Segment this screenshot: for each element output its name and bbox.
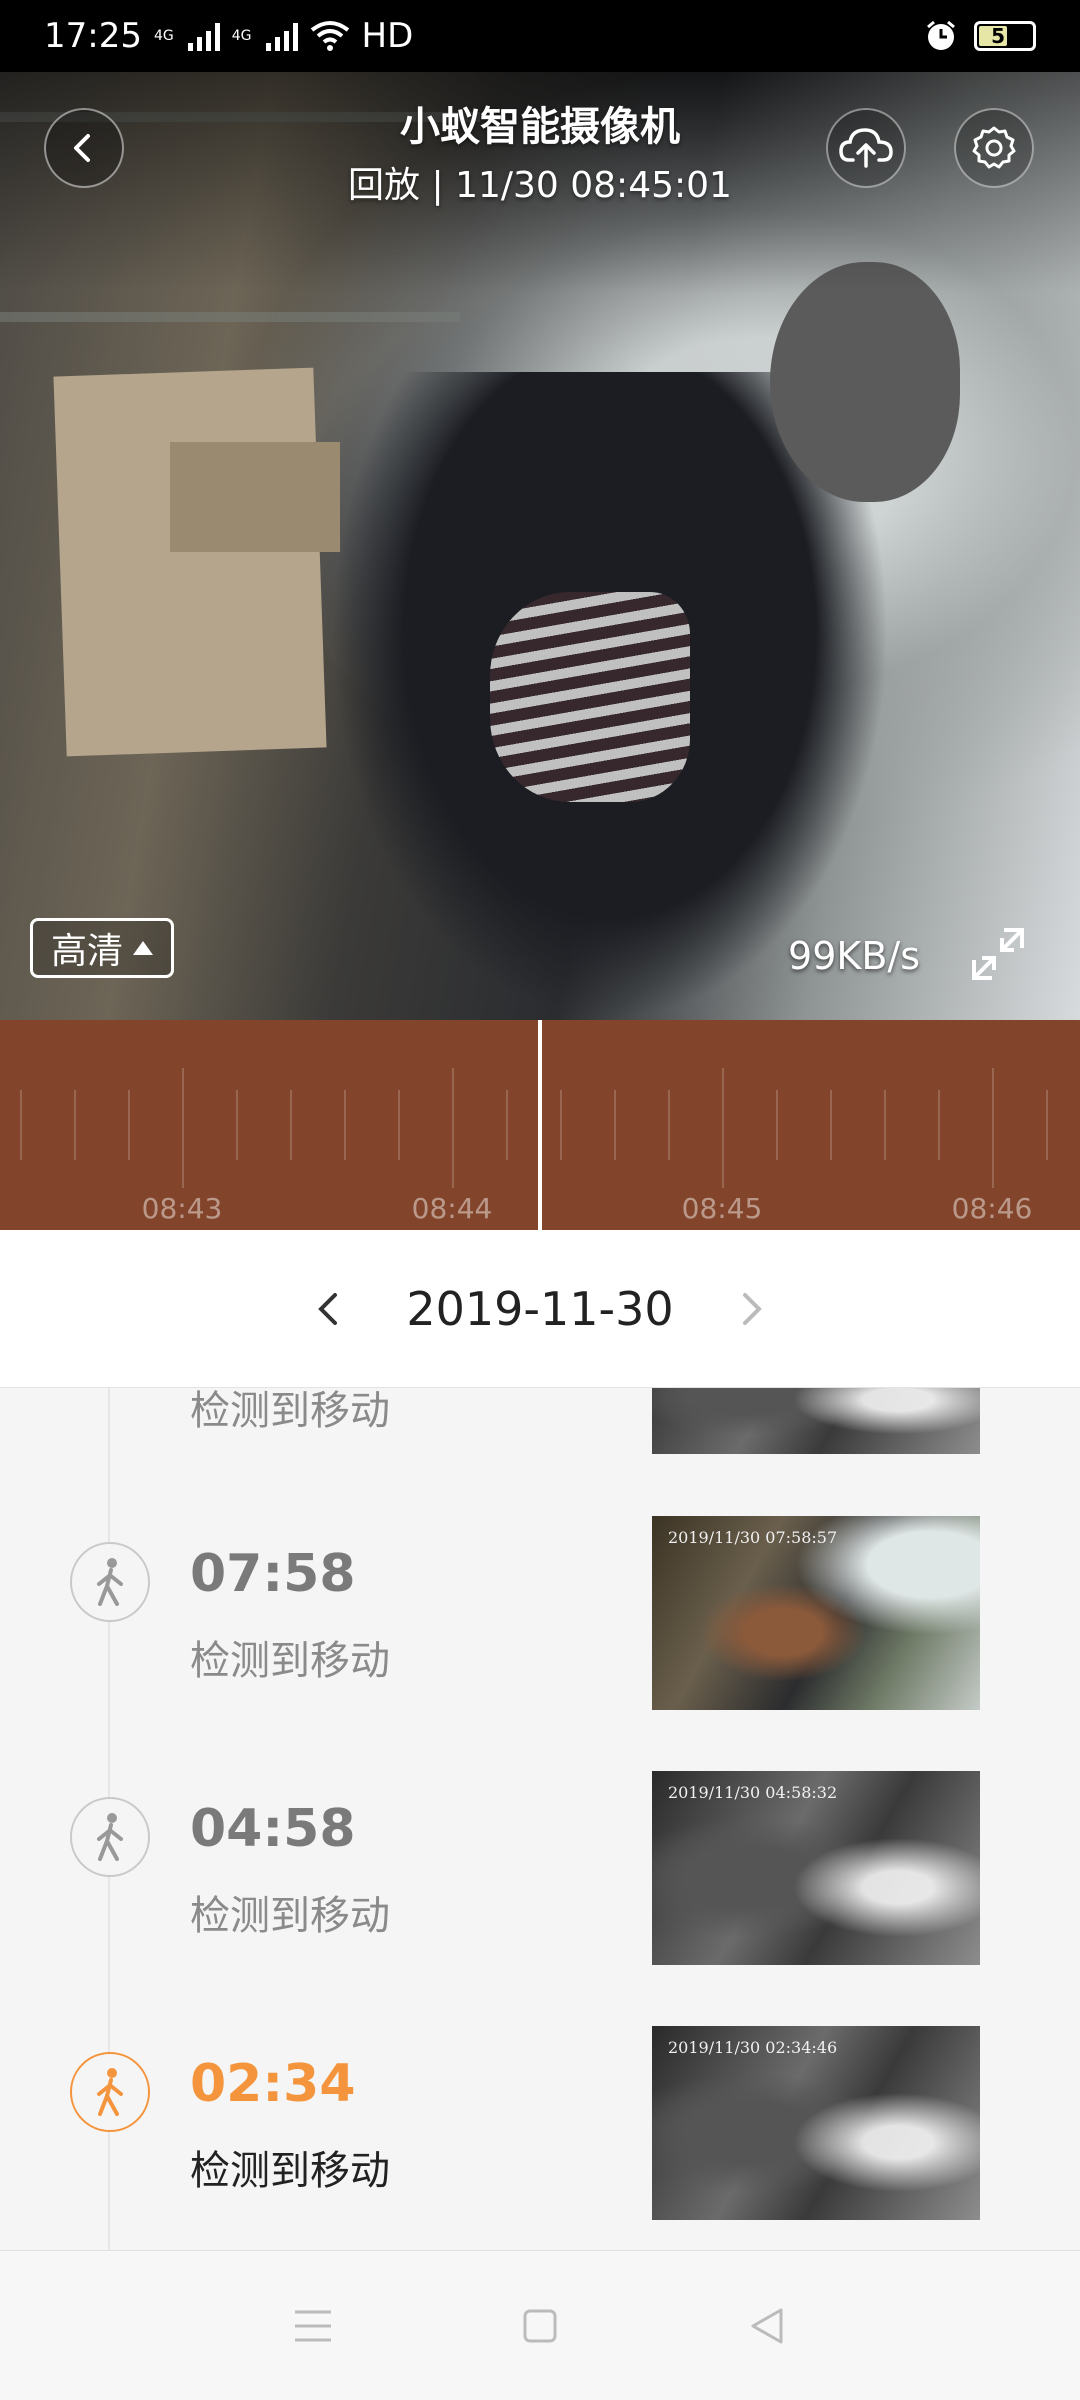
home-button[interactable] bbox=[505, 2291, 575, 2361]
back-nav-icon bbox=[751, 2308, 783, 2343]
caret-up-icon bbox=[133, 941, 154, 955]
settings-icon bbox=[972, 126, 1016, 169]
walking-person-icon bbox=[97, 1813, 123, 1861]
walking-person-icon bbox=[97, 2068, 123, 2116]
stream-speed: 99KB/s bbox=[788, 934, 920, 978]
motion-event-marker bbox=[70, 1542, 150, 1622]
previous-day-button[interactable] bbox=[308, 1289, 348, 1329]
person-head bbox=[770, 262, 960, 502]
quality-label: 高清 bbox=[51, 931, 124, 972]
timeline-label: 08:46 bbox=[951, 1192, 1033, 1225]
thumbnail-timestamp: 2019/11/30 07:58:57 bbox=[668, 1528, 838, 1547]
battery-level: 51 bbox=[991, 24, 1019, 48]
cloud-upload-button[interactable] bbox=[826, 108, 906, 188]
event-description: 检测到移动 bbox=[190, 2148, 390, 2194]
timeline-label: 08:44 bbox=[411, 1192, 493, 1225]
timeline-tick bbox=[722, 1068, 724, 1188]
video-player[interactable]: 小蚁智能摄像机 回放 | 11/30 08:45:01 高清 99KB/s bbox=[0, 72, 1080, 1020]
walking-person-icon bbox=[97, 1558, 123, 1606]
event-list[interactable]: 检测到移动 07:58 检测到移动 2019/11/30 07:58:57 04… bbox=[0, 1388, 1080, 2250]
playback-timeline[interactable]: 08:43 08:44 08:45 08:46 bbox=[0, 1020, 1080, 1230]
timeline-tick bbox=[398, 1090, 400, 1160]
exit-fullscreen-icon[interactable] bbox=[968, 924, 1028, 984]
timeline-tick bbox=[74, 1090, 76, 1160]
timeline-label: 08:43 bbox=[141, 1192, 223, 1225]
event-item[interactable]: 04:58 检测到移动 2019/11/30 04:58:32 bbox=[0, 1771, 1080, 1971]
hd-voice-indicator: HD bbox=[361, 16, 414, 56]
timeline-label: 08:45 bbox=[681, 1192, 763, 1225]
timeline-tick bbox=[344, 1090, 346, 1160]
camera-title: 小蚁智能摄像机 bbox=[400, 104, 680, 150]
timeline-tick bbox=[506, 1090, 508, 1160]
menu-icon bbox=[295, 2310, 332, 2341]
timeline-tick bbox=[452, 1068, 454, 1188]
system-navigation-bar bbox=[0, 2250, 1080, 2400]
battery-icon: 51 bbox=[974, 21, 1036, 51]
event-thumbnail[interactable]: 2019/11/30 07:58:57 bbox=[652, 1516, 980, 1710]
menu-button[interactable] bbox=[278, 2291, 348, 2361]
event-time: 07:58 bbox=[190, 1544, 356, 1604]
date-navigator: 2019-11-30 bbox=[0, 1230, 1080, 1388]
network-type-1: 4G bbox=[153, 28, 174, 44]
timeline-tick bbox=[884, 1090, 886, 1160]
event-description: 检测到移动 bbox=[190, 1638, 390, 1684]
alarm-icon bbox=[927, 20, 955, 50]
chevron-right-icon bbox=[742, 1292, 762, 1325]
wifi-icon bbox=[310, 21, 349, 51]
signal-icon-2 bbox=[265, 21, 298, 51]
timeline-tick bbox=[290, 1090, 292, 1160]
event-time: 04:58 bbox=[190, 1799, 356, 1859]
cardboard-box bbox=[170, 442, 340, 552]
current-date[interactable]: 2019-11-30 bbox=[406, 1282, 673, 1336]
timeline-tick bbox=[560, 1090, 562, 1160]
timeline-tick bbox=[776, 1090, 778, 1160]
cloud-upload-icon bbox=[839, 128, 893, 168]
timeline-tick bbox=[938, 1090, 940, 1160]
event-time: 02:34 bbox=[190, 2054, 356, 2114]
status-time: 17:25 bbox=[44, 16, 142, 56]
network-type-2: 4G bbox=[231, 28, 252, 44]
event-thumbnail[interactable]: 2019/11/30 02:34:46 bbox=[652, 2026, 980, 2220]
timeline-tick bbox=[992, 1068, 994, 1188]
event-thumbnail[interactable]: 2019/11/30 04:58:32 bbox=[652, 1771, 980, 1965]
playhead[interactable] bbox=[538, 1020, 542, 1230]
shelf bbox=[0, 312, 460, 322]
cardboard-box bbox=[53, 367, 327, 757]
event-item-selected[interactable]: 02:34 检测到移动 2019/11/30 02:34:46 bbox=[0, 2026, 1080, 2226]
timeline-tick bbox=[1046, 1090, 1048, 1160]
timeline-tick bbox=[128, 1090, 130, 1160]
timeline-tick bbox=[830, 1090, 832, 1160]
chevron-left-icon bbox=[318, 1292, 338, 1325]
settings-button[interactable] bbox=[954, 108, 1034, 188]
event-thumbnail[interactable] bbox=[652, 1388, 980, 1454]
back-nav-button[interactable] bbox=[732, 2291, 802, 2361]
event-description: 检测到移动 bbox=[190, 1893, 390, 1939]
status-bar: 17:25 4G 4G HD 51 bbox=[0, 0, 1080, 72]
next-day-button[interactable] bbox=[732, 1289, 772, 1329]
event-description: 检测到移动 bbox=[190, 1388, 390, 1434]
home-icon bbox=[523, 2309, 557, 2342]
timeline-tick bbox=[614, 1090, 616, 1160]
thumbnail-timestamp: 2019/11/30 04:58:32 bbox=[668, 1783, 838, 1802]
timeline-tick bbox=[668, 1090, 670, 1160]
motion-event-marker bbox=[70, 1797, 150, 1877]
thumbnail-timestamp: 2019/11/30 02:34:46 bbox=[668, 2038, 838, 2057]
motion-event-marker bbox=[70, 2052, 150, 2132]
playback-timestamp: 回放 | 11/30 08:45:01 bbox=[348, 165, 732, 206]
timeline-tick bbox=[20, 1090, 22, 1160]
timeline-tick bbox=[236, 1090, 238, 1160]
signal-icon bbox=[187, 21, 220, 51]
quality-selector[interactable]: 高清 bbox=[30, 918, 175, 978]
striped-sweater bbox=[490, 592, 690, 802]
event-item[interactable]: 07:58 检测到移动 2019/11/30 07:58:57 bbox=[0, 1516, 1080, 1716]
timeline-tick bbox=[182, 1068, 184, 1188]
